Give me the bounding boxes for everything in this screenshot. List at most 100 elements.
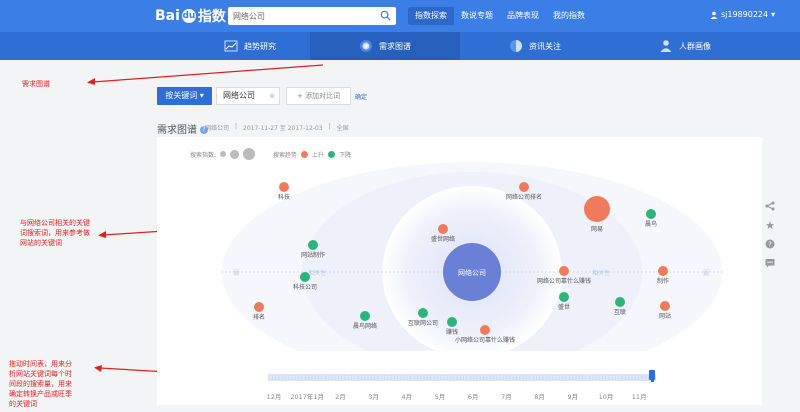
time-slider[interactable]: 12月 2017年1月 2月 3月 4月 5月 6月 7月 8月 9月 10月 11月 bbox=[266, 368, 666, 408]
meta-region: 全国 bbox=[336, 125, 349, 132]
keyword-node[interactable] bbox=[418, 308, 428, 318]
timeline-month-label: 7月 bbox=[501, 393, 512, 401]
keyword-node-label: 互联 bbox=[614, 308, 626, 316]
search-input[interactable] bbox=[228, 7, 374, 25]
keyword-chip[interactable]: 网络公司 ⊗ bbox=[216, 87, 280, 105]
annotation-arrow-1 bbox=[87, 64, 324, 85]
keyword-node-label: 网站制作 bbox=[301, 251, 325, 259]
timeline-month-label: 9月 bbox=[567, 393, 578, 401]
keyword-node-label: 科技公司 bbox=[293, 283, 317, 291]
keyword-node[interactable] bbox=[300, 272, 310, 282]
tab-label: 趋势研究 bbox=[244, 41, 276, 51]
meta-date-range: 2017-11-27 至 2017-12-03 bbox=[243, 125, 323, 132]
logo-paw: du bbox=[181, 9, 196, 23]
keyword-node-label: 网站 bbox=[659, 312, 671, 320]
confirm-link[interactable]: 确定 bbox=[355, 92, 367, 101]
logo-suffix: 指数 bbox=[197, 9, 226, 25]
keyword-node[interactable] bbox=[308, 240, 318, 250]
keyword-node[interactable] bbox=[438, 224, 448, 234]
nav-data-topics[interactable]: 数说专题 bbox=[454, 7, 500, 25]
keyword-node[interactable] bbox=[480, 325, 490, 335]
keyword-node-label: 科技 bbox=[278, 193, 290, 201]
svg-text:?: ? bbox=[768, 241, 772, 249]
nav-brand[interactable]: 品牌表现 bbox=[500, 7, 546, 25]
annotation-related-keywords: 与网络公司相关的关键 词搜索词，用来参考做 网站的关键词 bbox=[20, 219, 90, 247]
comment-icon[interactable] bbox=[764, 257, 776, 269]
username: sj19890224 bbox=[721, 10, 769, 19]
timeline-month-label: 8月 bbox=[534, 393, 545, 401]
keyword-node-label: 排名 bbox=[253, 313, 265, 321]
meta-keyword: 网络公司 bbox=[205, 125, 230, 132]
news-icon bbox=[510, 40, 522, 52]
nav-index-explore[interactable]: 指数探索 bbox=[408, 7, 454, 25]
logo-text: Bai bbox=[155, 8, 180, 24]
tab-label: 人群画像 bbox=[679, 41, 711, 51]
keyword-node-label: 晨鸟 bbox=[645, 220, 657, 228]
keyword-node[interactable] bbox=[658, 266, 668, 276]
trend-chart-icon bbox=[224, 40, 238, 52]
tab-news[interactable]: 资讯关注 bbox=[460, 32, 610, 60]
timeline-track bbox=[268, 374, 656, 381]
help-icon[interactable]: ? bbox=[764, 238, 776, 250]
keyword-node[interactable] bbox=[519, 182, 529, 192]
side-toolbar: ★ ? bbox=[762, 200, 778, 269]
meta-separator: | bbox=[328, 123, 331, 130]
axis-right-label: 相关性 bbox=[592, 269, 610, 277]
tab-trend[interactable]: 趋势研究 bbox=[175, 32, 325, 60]
keyword-node[interactable] bbox=[559, 292, 569, 302]
keyword-node[interactable] bbox=[584, 196, 610, 222]
timeline-month-label: 6月 bbox=[468, 393, 479, 401]
close-icon[interactable]: ⊗ bbox=[269, 88, 275, 104]
share-icon[interactable] bbox=[764, 200, 776, 212]
chevron-down-icon: ▾ bbox=[771, 10, 776, 19]
keyword-node-label: 制作 bbox=[657, 277, 669, 285]
keyword-node[interactable] bbox=[660, 301, 670, 311]
center-node-label: 网络公司 bbox=[458, 268, 486, 277]
keyword-node-label: 晨鸟网络 bbox=[353, 322, 377, 330]
meta-separator: | bbox=[235, 123, 238, 130]
timeline-handle[interactable] bbox=[649, 370, 655, 380]
keyword-node[interactable] bbox=[360, 311, 370, 321]
keyword-mode-button[interactable]: 按关键词 ▾ bbox=[157, 87, 212, 105]
search-icon[interactable] bbox=[380, 10, 391, 21]
timeline-month-label: 2月 bbox=[335, 393, 346, 401]
axis-left-far: 弱 bbox=[233, 270, 239, 277]
top-nav: 指数探索 数说专题 品牌表现 我的指数 bbox=[408, 7, 592, 25]
user-menu[interactable]: sj19890224 ▾ bbox=[710, 10, 775, 19]
baidu-index-logo[interactable]: Bai du 指数 bbox=[155, 6, 226, 26]
timeline-month-label: 5月 bbox=[435, 393, 446, 401]
tab-demand-map[interactable]: 需求图谱 bbox=[310, 32, 460, 60]
timeline-month-label: 3月 bbox=[368, 393, 379, 401]
annotation-demand-map: 需求图谱 bbox=[22, 80, 50, 88]
keyword-node-label: 网络公司排名 bbox=[506, 193, 542, 201]
user-icon bbox=[710, 11, 718, 19]
keyword-node[interactable] bbox=[279, 182, 289, 192]
people-icon bbox=[660, 40, 672, 52]
keyword-node-label: 网易 bbox=[591, 226, 603, 233]
keyword-node[interactable] bbox=[447, 317, 457, 327]
timeline-month-label: 4月 bbox=[401, 393, 412, 401]
sub-nav: 趋势研究 需求图谱 资讯关注 人群画像 bbox=[0, 32, 800, 60]
demand-graph: 弱 相关性 相关性 弱 科技 网络公司排名网易晨鸟盛世网络网站制作科技公司网络公司… bbox=[221, 162, 725, 351]
section-title: 需求图谱? bbox=[157, 121, 208, 136]
keyword-node[interactable] bbox=[559, 266, 569, 276]
axis-right-far: 弱 bbox=[703, 270, 709, 277]
search-box bbox=[228, 7, 396, 25]
nav-my-index[interactable]: 我的指数 bbox=[546, 7, 592, 25]
target-icon bbox=[360, 40, 372, 52]
star-icon[interactable]: ★ bbox=[764, 219, 776, 232]
timeline-month-label: 11月 bbox=[632, 393, 647, 401]
keyword-node[interactable] bbox=[615, 297, 625, 307]
section-meta: 网络公司 | 2017-11-27 至 2017-12-03 | 全国 bbox=[205, 123, 349, 132]
keyword-node-label: 小网络公司靠什么赚钱 bbox=[455, 336, 515, 344]
keyword-node-label: 盛世网络 bbox=[431, 235, 455, 243]
top-bar: Bai du 指数 指数探索 数说专题 品牌表现 我的指数 sj19890224… bbox=[0, 0, 800, 32]
timeline-month-label: 12月 bbox=[267, 393, 282, 401]
keyword-node[interactable] bbox=[254, 302, 264, 312]
tab-audience[interactable]: 人群画像 bbox=[610, 32, 760, 60]
keyword-node-label: 互联网公司 bbox=[408, 319, 438, 327]
keyword-chip-label: 网络公司 bbox=[223, 91, 255, 100]
keyword-node[interactable] bbox=[646, 209, 656, 219]
add-compare-button[interactable]: + 添加对比词 bbox=[286, 87, 351, 105]
tab-label: 需求图谱 bbox=[379, 41, 411, 51]
